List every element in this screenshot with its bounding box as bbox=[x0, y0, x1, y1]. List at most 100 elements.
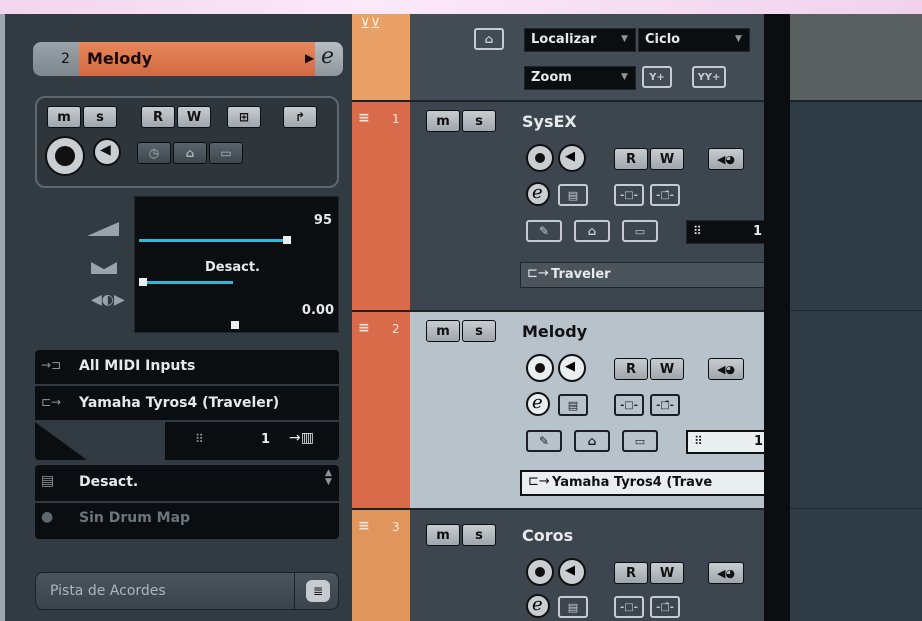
track-mute-button[interactable]: m bbox=[426, 110, 460, 132]
locate-dropdown[interactable]: Localizar ▼ bbox=[524, 28, 636, 52]
record-enable-button[interactable] bbox=[45, 136, 85, 176]
splitter[interactable] bbox=[764, 14, 790, 621]
inspector-panel: 2 Melody ▶ e m s R W ⊞ ↱ ◀ ◷ ⌂ ▭ ◀◐▶ 95 … bbox=[0, 14, 352, 621]
lock-toggle-button[interactable]: ⌂ bbox=[474, 28, 504, 50]
track-lanes2-button[interactable]: ▭ bbox=[622, 430, 658, 452]
zoom-dropdown[interactable]: Zoom ▼ bbox=[524, 66, 636, 90]
write-button[interactable]: W bbox=[177, 106, 211, 128]
track-monitor-button[interactable]: ◀ bbox=[558, 558, 586, 586]
lock-button[interactable]: ⌂ bbox=[173, 142, 207, 164]
program-list-icon: ▤ bbox=[41, 473, 55, 489]
top-strip bbox=[0, 0, 922, 14]
chord-track-button[interactable]: Pista de Acordes ≣ bbox=[35, 572, 339, 610]
track-insert-button[interactable]: -□- bbox=[614, 596, 644, 618]
track-solo-button[interactable]: s bbox=[462, 110, 496, 132]
track-output-field[interactable]: ⊏→ Yamaha Tyros4 (Trave bbox=[520, 470, 766, 496]
program-spinner-icon[interactable]: ▲ ▼ bbox=[325, 469, 332, 487]
event-display bbox=[790, 100, 922, 621]
folder-expand-icon[interactable]: ⊻⊻ bbox=[360, 16, 381, 32]
triangle-right-icon: ▶ bbox=[305, 51, 315, 65]
track-write-button[interactable]: W bbox=[650, 562, 684, 584]
track-lanes2-button[interactable]: ▭ bbox=[622, 220, 658, 242]
track-edit-button[interactable]: e bbox=[526, 392, 550, 416]
track-write-button[interactable]: W bbox=[650, 358, 684, 380]
arrangement-ruler bbox=[790, 14, 922, 100]
midi-channel-field[interactable]: 1 bbox=[261, 432, 270, 447]
track-name[interactable]: Coros bbox=[522, 526, 573, 545]
track-list-icon: ≡ bbox=[358, 110, 370, 126]
track-row[interactable]: ≡ 3 m s Coros ◀ R W ◀◕ e ▤ -□- -□̄- bbox=[352, 510, 764, 621]
track-name[interactable]: Melody bbox=[522, 322, 587, 341]
lanes-button[interactable]: ▭ bbox=[209, 142, 243, 164]
timebase-button[interactable]: ◷ bbox=[137, 142, 171, 164]
track-pencil-button[interactable]: ✎ bbox=[526, 430, 562, 452]
track-send-button[interactable]: -□̄- bbox=[650, 596, 680, 618]
routing-section: →⊐ All MIDI Inputs ⊏→ Yamaha Tyros4 (Tra… bbox=[35, 350, 339, 460]
solo-button[interactable]: s bbox=[83, 106, 117, 128]
cycle-dropdown[interactable]: Ciclo ▼ bbox=[638, 28, 750, 52]
editor-button[interactable]: ⊞ bbox=[227, 106, 261, 128]
track-mute-button[interactable]: m bbox=[426, 524, 460, 546]
track-monitor-button[interactable]: ◀ bbox=[558, 354, 586, 382]
track-list-icon: ≡ bbox=[358, 518, 370, 534]
midi-input-field[interactable]: All MIDI Inputs bbox=[79, 358, 195, 374]
chord-track-settings-icon[interactable]: ≣ bbox=[306, 580, 330, 602]
track-color-strip: ≡ 1 bbox=[352, 102, 410, 310]
volume-slider[interactable] bbox=[139, 239, 287, 242]
pan-slider[interactable] bbox=[139, 281, 233, 284]
track-lanes-button[interactable]: ▤ bbox=[558, 596, 588, 618]
track-mute-button[interactable]: m bbox=[426, 320, 460, 342]
track-insert-button[interactable]: -□- bbox=[614, 184, 644, 206]
chevron-down-icon: ▼ bbox=[735, 34, 742, 44]
mute-button[interactable]: m bbox=[47, 106, 81, 128]
edit-instrument-button[interactable]: e bbox=[315, 42, 343, 76]
track-monitor-button[interactable]: ◀ bbox=[558, 144, 586, 172]
track-insert-button[interactable]: -□- bbox=[614, 394, 644, 416]
track-lock-button[interactable]: ⌂ bbox=[574, 430, 610, 452]
routing-button[interactable]: ↱ bbox=[283, 106, 317, 128]
track-send-button[interactable]: -□̄- bbox=[650, 394, 680, 416]
inspector-track-header[interactable]: 2 Melody ▶ e bbox=[33, 42, 343, 76]
track-solo-button[interactable]: s bbox=[462, 524, 496, 546]
track-read-button[interactable]: R bbox=[614, 148, 648, 170]
keyboard-icon[interactable]: →▥ bbox=[289, 430, 314, 446]
track-record-button[interactable] bbox=[526, 558, 554, 586]
track-channel-field[interactable]: ⠿ 1 bbox=[686, 430, 766, 454]
track-name[interactable]: SysEX bbox=[522, 112, 577, 131]
track-color-strip: ≡ 2 bbox=[352, 312, 410, 508]
add-marker-range-button[interactable]: YY+ bbox=[692, 66, 726, 88]
program-field[interactable]: Desact. bbox=[79, 474, 138, 490]
track-row[interactable]: ≡ 1 m s SysEX ◀ R W ◀◕ e ▤ -□- -□̄- ✎ ⌂ … bbox=[352, 102, 766, 310]
track-output-field[interactable]: Traveler ⊏→ bbox=[520, 262, 766, 288]
track-send-button[interactable]: -□̄- bbox=[650, 184, 680, 206]
track-edit-button[interactable]: e bbox=[526, 182, 550, 206]
delay-icon: ◀◐▶ bbox=[91, 292, 125, 308]
input-arrow-icon: →⊐ bbox=[41, 358, 62, 372]
track-lanes-button[interactable]: ▤ bbox=[558, 184, 588, 206]
track-write-button[interactable]: W bbox=[650, 148, 684, 170]
track-record-button[interactable] bbox=[526, 354, 554, 382]
delay-value: 0.00 bbox=[301, 303, 334, 318]
drum-map-field[interactable]: Sin Drum Map bbox=[79, 510, 190, 526]
track-record-button[interactable] bbox=[526, 144, 554, 172]
read-button[interactable]: R bbox=[141, 106, 175, 128]
track-pencil-button[interactable]: ✎ bbox=[526, 220, 562, 242]
track-lock-button[interactable]: ⌂ bbox=[574, 220, 610, 242]
track-read-button[interactable]: R bbox=[614, 358, 648, 380]
track-lanes-button[interactable]: ▤ bbox=[558, 394, 588, 416]
output-arrow-icon: ⊏→ bbox=[528, 474, 550, 489]
add-marker-button[interactable]: Y+ bbox=[642, 66, 672, 88]
track-color-strip: ≡ 3 bbox=[352, 510, 410, 621]
track-channel-field[interactable]: ⠿ 1 bbox=[686, 220, 766, 244]
fader-display[interactable]: 95 Desact. 0.00 bbox=[134, 196, 339, 333]
volume-icon bbox=[87, 222, 119, 236]
track-timebase-button[interactable]: ◀◕ bbox=[708, 358, 744, 380]
track-timebase-button[interactable]: ◀◕ bbox=[708, 562, 744, 584]
track-row-selected[interactable]: ≡ 2 m s Melody ◀ R W ◀◕ e ▤ -□- -□̄- ✎ ⌂… bbox=[352, 312, 766, 508]
track-edit-button[interactable]: e bbox=[526, 594, 550, 618]
track-solo-button[interactable]: s bbox=[462, 320, 496, 342]
monitor-button[interactable]: ◀ bbox=[93, 138, 121, 166]
track-timebase-button[interactable]: ◀◕ bbox=[708, 148, 744, 170]
midi-output-field[interactable]: Yamaha Tyros4 (Traveler) bbox=[79, 395, 279, 411]
track-read-button[interactable]: R bbox=[614, 562, 648, 584]
